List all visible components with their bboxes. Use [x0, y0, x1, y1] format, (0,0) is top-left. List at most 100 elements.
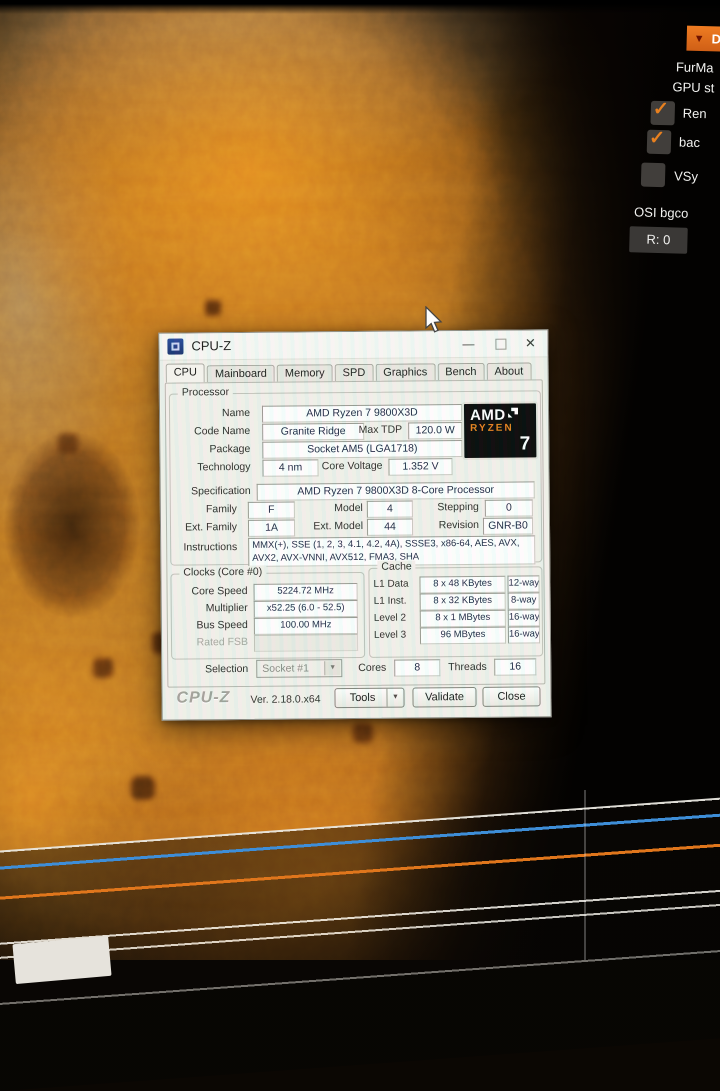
clocks-legend: Clocks (Core #0) [179, 566, 266, 579]
top-dark-strip [0, 0, 720, 14]
socket-selection-dropdown[interactable]: Socket #1 ▼ [256, 659, 342, 678]
technology-label: Technology [170, 460, 250, 476]
cores-field: 8 [394, 659, 440, 676]
close-icon: ✕ [525, 335, 536, 350]
tab-mainboard[interactable]: Mainboard [207, 365, 275, 383]
bus-speed-field: 100.00 MHz [254, 617, 358, 635]
core-voltage-label: Core Voltage [298, 459, 382, 475]
family-field: F [248, 502, 295, 519]
level3-label: Level 3 [374, 627, 418, 642]
level3-size-field: 96 MBytes [420, 627, 506, 645]
tab-spd[interactable]: SPD [335, 364, 374, 381]
checkbox-vsync-label: VSy [674, 168, 698, 184]
rated-fsb-label: Rated FSB [172, 635, 248, 651]
stepping-label: Stepping [417, 500, 479, 516]
package-label: Package [170, 442, 250, 458]
tools-button-label: Tools [350, 692, 376, 704]
ext-family-field: 1A [248, 520, 295, 537]
max-tdp-field: 120.0 W [408, 422, 462, 439]
version-text: Ver. 2.18.0.x64 [250, 693, 320, 706]
level2-size-field: 8 x 1 MBytes [420, 610, 506, 628]
tab-cpu[interactable]: CPU [166, 363, 205, 382]
furmark-settings-panel: ▼ De FurMa GPU st ✓ Ren ✓ bac VSy OSI bg… [625, 16, 720, 270]
tab-graphics[interactable]: Graphics [375, 363, 435, 381]
checkbox-render[interactable]: ✓ [650, 101, 675, 126]
code-name-label: Code Name [170, 424, 250, 440]
osi-red-value-field[interactable]: R: 0 [629, 226, 688, 254]
rated-fsb-field [254, 634, 358, 652]
cpuz-footer-logo: CPU-Z [176, 689, 230, 707]
l1-inst-label: L1 Inst. [374, 593, 418, 608]
ryzen-number: 7 [520, 433, 531, 455]
threads-field: 16 [494, 658, 536, 675]
section-header-label: De [711, 31, 720, 46]
max-tdp-label: Max TDP [346, 423, 402, 438]
tab-bench[interactable]: Bench [437, 363, 484, 380]
core-voltage-field: 1.352 V [388, 458, 452, 476]
close-action-button[interactable]: Close [482, 686, 540, 707]
level2-assoc-field: 16-way [508, 609, 540, 626]
cpuz-window: CPU-Z — ✕ CPUMainboardMemorySPDGraphicsB… [158, 329, 551, 720]
dropdown-arrow-icon[interactable]: ▼ [324, 661, 340, 675]
multiplier-label: Multiplier [172, 601, 248, 617]
name-field: AMD Ryzen 7 9800X3D [262, 404, 462, 423]
amd-brand-text: AMD [470, 407, 506, 424]
checkbox-background-label: bac [679, 135, 700, 151]
tools-button[interactable]: Tools ▼ [334, 688, 404, 709]
checkbox-render-label: Ren [683, 106, 707, 122]
checkbox-vsync[interactable] [641, 163, 666, 188]
socket-selection-value: Socket #1 [257, 660, 309, 676]
selection-label: Selection [184, 662, 248, 678]
furmark-section-header[interactable]: ▼ De [686, 26, 720, 53]
cores-label: Cores [358, 661, 392, 676]
checkbox-background[interactable]: ✓ [647, 130, 672, 155]
amd-arrow-icon [508, 408, 518, 418]
maximize-icon [495, 339, 506, 350]
core-speed-field: 5224.72 MHz [254, 583, 358, 601]
validate-button-label: Validate [425, 691, 464, 703]
window-title: CPU-Z [191, 338, 231, 353]
bus-speed-label: Bus Speed [172, 618, 248, 634]
minimize-button[interactable]: — [453, 331, 483, 357]
tools-dropdown-icon[interactable]: ▼ [386, 689, 403, 707]
check-icon: ✓ [649, 127, 666, 150]
processor-legend: Processor [178, 386, 233, 398]
revision-label: Revision [417, 518, 479, 534]
title-bar[interactable]: CPU-Z — ✕ [159, 330, 547, 360]
furmark-subtitle: GPU st [672, 79, 714, 95]
graph-vertical-gridline [584, 790, 586, 960]
furmark-app-label: FurMa [676, 59, 714, 75]
bottom-left-white-area [12, 936, 111, 984]
validate-button[interactable]: Validate [412, 687, 476, 708]
specification-field: AMD Ryzen 7 9800X3D 8-Core Processor [257, 481, 535, 500]
close-button[interactable]: ✕ [515, 330, 545, 356]
core-speed-label: Core Speed [172, 584, 248, 600]
cpuz-app-icon [167, 338, 183, 354]
revision-field: GNR-B0 [483, 517, 533, 534]
osi-bgcolor-label: OSI bgco [634, 204, 689, 220]
tab-about[interactable]: About [486, 362, 531, 379]
l1-inst-assoc-field: 8-way [508, 592, 540, 609]
maximize-button[interactable] [485, 331, 515, 357]
collapse-triangle-icon[interactable]: ▼ [694, 32, 705, 44]
processor-group: Processor Name AMD Ryzen 7 9800X3D Code … [169, 390, 542, 565]
specification-label: Specification [171, 484, 251, 500]
threads-label: Threads [448, 660, 492, 675]
l1-inst-size-field: 8 x 32 KBytes [420, 593, 506, 611]
package-field: Socket AM5 (LGA1718) [262, 440, 462, 459]
tab-memory[interactable]: Memory [277, 364, 333, 381]
stepping-field: 0 [485, 499, 533, 516]
ext-model-label: Ext. Model [299, 519, 363, 535]
cache-group: Cache L1 Data 8 x 48 KBytes 12-way L1 In… [368, 566, 543, 658]
clocks-group: Clocks (Core #0) Core Speed 5224.72 MHz … [170, 572, 365, 660]
check-icon: ✓ [653, 98, 670, 121]
minimize-icon: — [462, 337, 474, 351]
model-label: Model [299, 501, 363, 517]
ext-model-field: 44 [367, 518, 413, 535]
l1-data-assoc-field: 12-way [507, 575, 539, 592]
name-label: Name [170, 406, 250, 422]
level2-label: Level 2 [374, 610, 418, 625]
multiplier-field: x52.25 (6.0 - 52.5) [254, 600, 358, 618]
instructions-label: Instructions [171, 540, 237, 556]
l1-data-size-field: 8 x 48 KBytes [419, 576, 505, 594]
